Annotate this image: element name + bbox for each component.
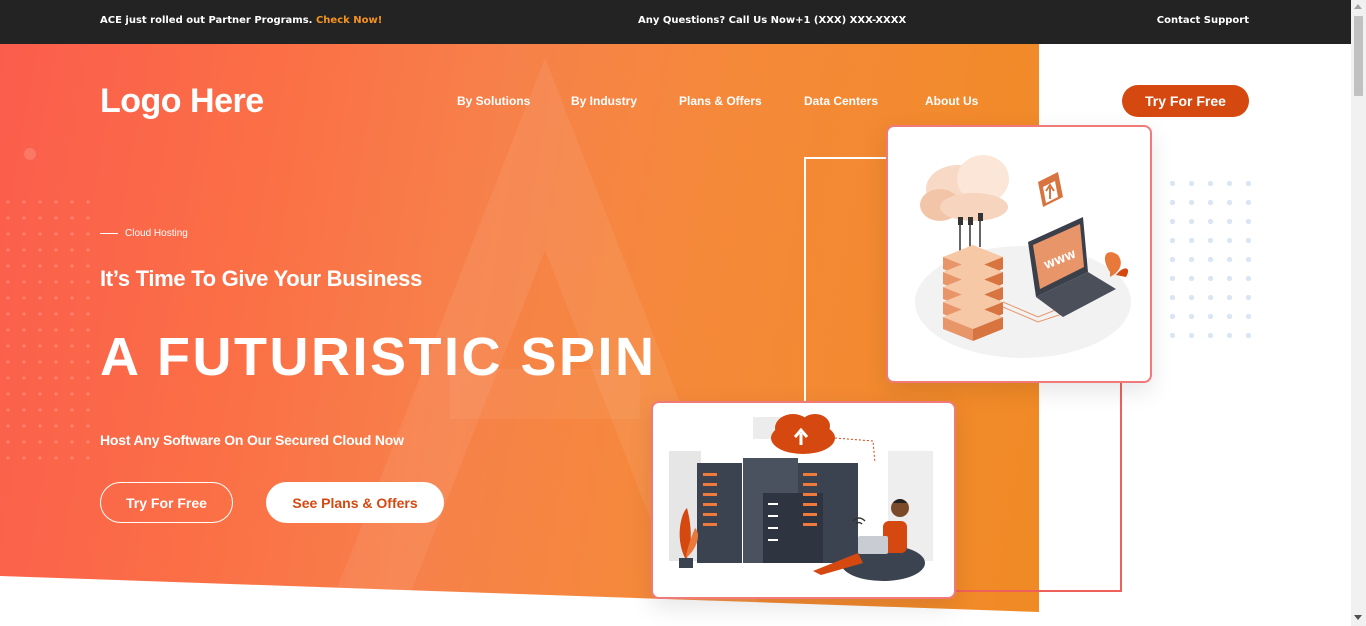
scroll-up-icon[interactable] <box>1354 4 1362 9</box>
hero-title: A FUTURISTIC SPIN <box>100 327 657 387</box>
nav-about-us[interactable]: About Us <box>925 94 978 108</box>
nav-plans-offers[interactable]: Plans & Offers <box>679 94 762 108</box>
logo[interactable]: Logo Here <box>100 82 264 121</box>
scrollbar[interactable] <box>1351 0 1366 626</box>
nav-by-industry[interactable]: By Industry <box>571 94 637 108</box>
scrollbar-thumb[interactable] <box>1354 16 1363 96</box>
decor-dots-left <box>0 194 100 464</box>
eyebrow-line <box>100 233 118 234</box>
eyebrow: Cloud Hosting <box>100 228 188 239</box>
eyebrow-text: Cloud Hosting <box>125 228 188 239</box>
announcement-text: ACE just rolled out Partner Programs. <box>100 15 313 26</box>
cloud-server-illustration: WWW <box>915 155 1131 358</box>
data-center-illustration <box>669 414 933 581</box>
try-for-free-button[interactable]: Try For Free <box>100 482 233 523</box>
server-rack-icon <box>697 458 858 563</box>
scroll-down-icon[interactable] <box>1354 615 1362 620</box>
decor-dots-right <box>1163 174 1263 344</box>
announcement: ACE just rolled out Partner Programs. Ch… <box>100 15 382 26</box>
cloud-hosting-illustration-card: WWW <box>886 125 1152 383</box>
data-center-illustration-card <box>651 401 956 599</box>
check-now-link[interactable]: Check Now! <box>316 15 382 26</box>
hero-subtitle: It’s Time To Give Your Business <box>100 266 423 291</box>
contact-support-link[interactable]: Contact Support <box>1157 15 1249 26</box>
top-announcement-bar: ACE just rolled out Partner Programs. Ch… <box>0 0 1351 44</box>
hero-section: Logo Here By Solutions By Industry Plans… <box>0 44 1351 626</box>
nav-by-solutions[interactable]: By Solutions <box>457 94 530 108</box>
contact-phone: Any Questions? Call Us Now+1 (XXX) XXX-X… <box>638 15 907 26</box>
cloud-upload-icon <box>771 414 835 454</box>
try-for-free-header-button[interactable]: Try For Free <box>1122 85 1249 117</box>
upload-badge-icon <box>1038 172 1063 207</box>
decor-frame-red <box>940 374 1122 592</box>
server-stack-icon <box>943 245 1003 341</box>
hero-description: Host Any Software On Our Secured Cloud N… <box>100 432 404 448</box>
nav-data-centers[interactable]: Data Centers <box>804 94 878 108</box>
see-plans-offers-button[interactable]: See Plans & Offers <box>266 482 444 523</box>
cloud-icon <box>920 155 1009 221</box>
